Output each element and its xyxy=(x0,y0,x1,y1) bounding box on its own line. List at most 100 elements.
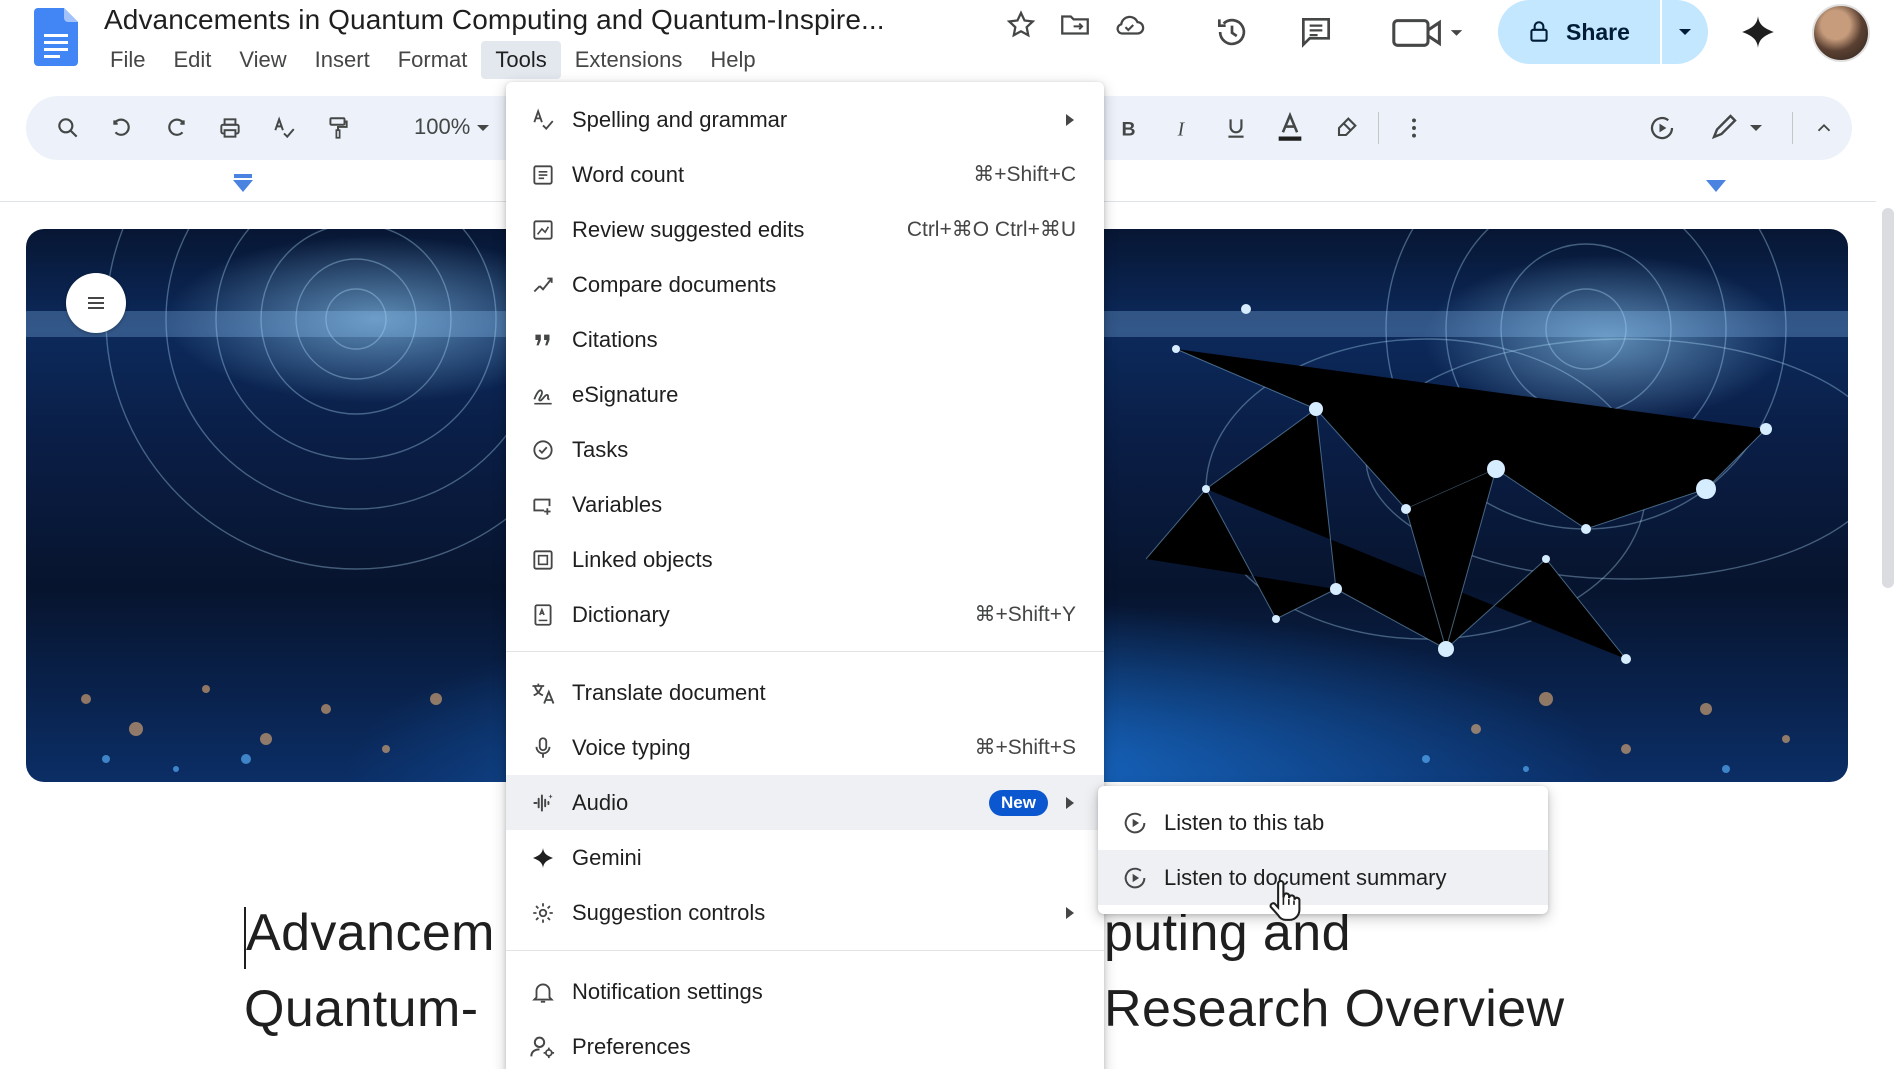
submenu-item-listen-to-this-tab[interactable]: Listen to this tab xyxy=(1098,795,1548,850)
menu-item-audio[interactable]: Audio New xyxy=(506,775,1104,830)
heading-line-2-left[interactable]: Quantum- xyxy=(244,979,478,1039)
account-avatar[interactable] xyxy=(1812,4,1870,62)
menu-item-citations[interactable]: Citations xyxy=(506,312,1104,367)
document-title[interactable]: Advancements in Quantum Computing and Qu… xyxy=(104,4,885,36)
gemini-sparkle-icon[interactable] xyxy=(1736,10,1780,54)
menu-help[interactable]: Help xyxy=(696,41,769,79)
outline-icon xyxy=(88,297,104,309)
review-edits-icon xyxy=(528,215,558,245)
submenu-arrow-icon xyxy=(1066,113,1074,126)
variables-icon xyxy=(528,490,558,520)
play-circle-icon xyxy=(1120,863,1150,893)
preferences-icon xyxy=(528,1032,558,1062)
heading-line-2-right[interactable]: Research Overview xyxy=(1104,979,1565,1039)
left-indent-marker[interactable] xyxy=(233,180,253,192)
menu-file[interactable]: File xyxy=(96,41,159,79)
tools-menu: Spelling and grammar Word count ⌘+Shift+… xyxy=(506,82,1104,1069)
menu-edit[interactable]: Edit xyxy=(159,41,225,79)
menu-item-linked-objects[interactable]: Linked objects xyxy=(506,532,1104,587)
spellcheck-toolbar-icon[interactable] xyxy=(262,106,306,150)
text-color-icon[interactable] xyxy=(1268,106,1312,150)
audio-playback-icon[interactable] xyxy=(1640,106,1684,150)
new-badge: New xyxy=(989,789,1048,816)
menu-item-label: Variables xyxy=(572,491,663,517)
play-circle-icon xyxy=(1120,808,1150,838)
collapse-menus-icon[interactable] xyxy=(1802,106,1846,150)
menu-item-gemini[interactable]: Gemini xyxy=(506,830,1104,885)
menu-format[interactable]: Format xyxy=(384,41,482,79)
translate-icon xyxy=(528,678,558,708)
menu-item-label: Suggestion controls xyxy=(572,899,766,925)
italic-icon[interactable]: I xyxy=(1160,106,1204,150)
bold-icon[interactable]: B xyxy=(1106,106,1150,150)
toolbar-separator xyxy=(1792,112,1793,144)
zoom-select[interactable]: 100% xyxy=(414,114,470,140)
print-icon[interactable] xyxy=(208,106,252,150)
lock-icon xyxy=(1530,21,1548,42)
menu-item-suggestion-controls[interactable]: Suggestion controls xyxy=(506,885,1104,940)
menu-item-compare-documents[interactable]: Compare documents xyxy=(506,257,1104,312)
search-icon[interactable] xyxy=(46,106,90,150)
svg-text:B: B xyxy=(1122,119,1136,141)
right-indent-marker[interactable] xyxy=(1706,180,1726,192)
menu-item-spelling-and-grammar[interactable]: Spelling and grammar xyxy=(506,92,1104,147)
share-label: Share xyxy=(1566,18,1630,45)
underline-icon[interactable] xyxy=(1214,106,1258,150)
submenu-arrow-icon xyxy=(1066,796,1074,809)
menu-item-esignature[interactable]: eSignature xyxy=(506,367,1104,422)
submenu-arrow-icon xyxy=(1066,906,1074,919)
microphone-icon xyxy=(528,733,558,763)
share-button[interactable]: Share xyxy=(1498,0,1708,64)
menu-item-dictionary[interactable]: Dictionary ⌘+Shift+Y xyxy=(506,587,1104,642)
undo-icon[interactable] xyxy=(100,106,144,150)
linked-objects-icon xyxy=(528,545,558,575)
first-line-indent-marker[interactable] xyxy=(234,174,252,178)
menu-item-shortcut: Ctrl+⌘O Ctrl+⌘U xyxy=(906,218,1076,241)
menu-item-preferences[interactable]: Preferences xyxy=(506,1019,1104,1069)
menu-insert[interactable]: Insert xyxy=(301,41,384,79)
menu-item-variables[interactable]: Variables xyxy=(506,477,1104,532)
heading-line-1-left[interactable]: Advancem xyxy=(246,903,495,963)
highlight-color-icon[interactable] xyxy=(1324,106,1368,150)
menu-item-label: Preferences xyxy=(572,1033,691,1059)
meet-icon[interactable] xyxy=(1386,10,1470,54)
comments-icon[interactable] xyxy=(1294,10,1338,54)
submenu-item-listen-to-document-summary[interactable]: Listen to document summary xyxy=(1098,850,1548,905)
share-dropdown-button[interactable] xyxy=(1662,0,1708,64)
menu-item-translate-document[interactable]: Translate document xyxy=(506,665,1104,720)
redo-icon[interactable] xyxy=(154,106,198,150)
show-outline-button[interactable] xyxy=(66,273,126,333)
menu-item-shortcut: ⌘+Shift+S xyxy=(974,736,1076,759)
menu-item-notification-settings[interactable]: Notification settings xyxy=(506,964,1104,1019)
star-icon[interactable] xyxy=(1004,8,1038,42)
menu-tools[interactable]: Tools xyxy=(481,41,561,79)
version-history-icon[interactable] xyxy=(1210,10,1254,54)
suggestion-controls-icon xyxy=(528,898,558,928)
compare-icon xyxy=(528,270,558,300)
menu-item-tasks[interactable]: Tasks xyxy=(506,422,1104,477)
paint-format-icon[interactable] xyxy=(316,106,360,150)
signature-icon xyxy=(528,380,558,410)
submenu-item-label: Listen to this tab xyxy=(1164,809,1325,835)
tasks-icon xyxy=(528,435,558,465)
menu-item-label: Word count xyxy=(572,161,685,187)
menu-item-review-suggested-edits[interactable]: Review suggested edits Ctrl+⌘O Ctrl+⌘U xyxy=(506,202,1104,257)
vertical-scrollbar[interactable] xyxy=(1882,208,1894,588)
zoom-caret-icon[interactable] xyxy=(476,124,490,133)
menu-item-voice-typing[interactable]: Voice typing ⌘+Shift+S xyxy=(506,720,1104,775)
menu-bar: File Edit View Insert Format Tools Exten… xyxy=(96,41,770,79)
cloud-saved-icon[interactable] xyxy=(1112,8,1146,42)
menu-item-label: Citations xyxy=(572,326,658,352)
menu-item-shortcut: ⌘+Shift+C xyxy=(973,163,1076,186)
docs-logo-icon[interactable] xyxy=(34,8,78,66)
move-folder-icon[interactable] xyxy=(1058,8,1092,42)
menu-item-word-count[interactable]: Word count ⌘+Shift+C xyxy=(506,147,1104,202)
bell-icon xyxy=(528,977,558,1007)
menu-extensions[interactable]: Extensions xyxy=(561,41,697,79)
menu-divider xyxy=(506,950,1104,951)
more-options-icon[interactable] xyxy=(1392,106,1436,150)
editing-mode-icon[interactable] xyxy=(1696,106,1780,150)
menu-view[interactable]: View xyxy=(225,41,300,79)
share-main-button[interactable]: Share xyxy=(1498,0,1660,64)
menu-item-label: Gemini xyxy=(572,844,642,870)
